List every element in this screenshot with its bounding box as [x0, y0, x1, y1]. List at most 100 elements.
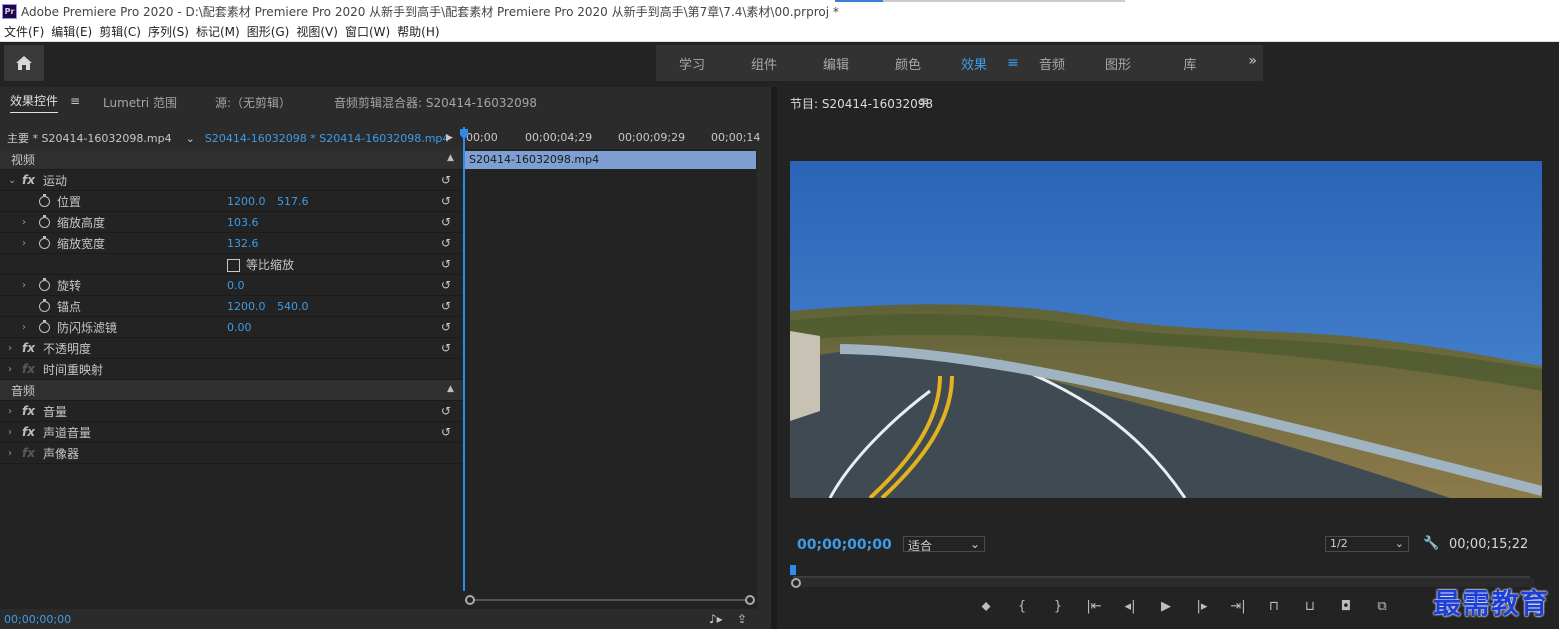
anchor-y-value[interactable]: 540.0: [277, 300, 309, 313]
tab-lumetri-scopes[interactable]: Lumetri 范围: [103, 94, 177, 111]
mark-out-icon[interactable]: }: [1049, 599, 1067, 614]
anti-flicker-value[interactable]: 0.00: [227, 321, 252, 334]
menu-file[interactable]: 文件(F): [0, 23, 47, 40]
chevron-right-icon[interactable]: ›: [22, 217, 26, 228]
chevron-right-icon[interactable]: ›: [22, 322, 26, 333]
menu-markers[interactable]: 标记(M): [192, 23, 243, 40]
step-forward-icon[interactable]: |▸: [1193, 599, 1211, 614]
reset-icon[interactable]: ↺: [441, 194, 455, 208]
reset-icon[interactable]: ↺: [441, 404, 455, 418]
stopwatch-icon[interactable]: [39, 215, 50, 228]
play-icon[interactable]: ▶: [1157, 599, 1175, 614]
video-frame[interactable]: [790, 161, 1542, 498]
play-triangle-icon[interactable]: ▶: [446, 133, 453, 143]
stopwatch-icon[interactable]: [39, 278, 50, 291]
tab-source[interactable]: 源:（无剪辑）: [215, 94, 291, 111]
effect-channel-volume[interactable]: › fx 声道音量 ↺: [0, 422, 463, 443]
chevron-down-icon[interactable]: ⌄: [186, 132, 195, 145]
anchor-x-value[interactable]: 1200.0: [227, 300, 266, 313]
menu-help[interactable]: 帮助(H): [393, 23, 442, 40]
timeline-scrollbar[interactable]: [465, 599, 753, 601]
menu-sequence[interactable]: 序列(S): [144, 23, 192, 40]
menu-view[interactable]: 视图(V): [292, 23, 341, 40]
scroll-handle-right[interactable]: [745, 595, 755, 605]
reset-icon[interactable]: ↺: [441, 236, 455, 250]
scale-height-value[interactable]: 103.6: [227, 216, 259, 229]
home-button[interactable]: [4, 45, 44, 81]
stopwatch-icon[interactable]: [39, 194, 50, 207]
wrench-icon[interactable]: 🔧: [1423, 536, 1439, 551]
camera-icon[interactable]: ◘: [1337, 599, 1355, 614]
playhead[interactable]: [463, 127, 465, 591]
panel-menu-icon[interactable]: ≡: [70, 94, 80, 108]
workspace-color[interactable]: 颜色: [872, 54, 944, 73]
fit-dropdown[interactable]: 适合 ⌄: [903, 536, 985, 553]
reset-icon[interactable]: ↺: [441, 425, 455, 439]
uniform-scale-checkbox[interactable]: [227, 259, 240, 272]
go-to-out-icon[interactable]: ⇥|: [1229, 599, 1247, 614]
section-video[interactable]: 视频 ▲: [0, 149, 463, 170]
menu-window[interactable]: 窗口(W): [341, 23, 393, 40]
chevron-down-icon[interactable]: ⌄: [8, 175, 16, 186]
scale-width-value[interactable]: 132.6: [227, 237, 259, 250]
extract-icon[interactable]: ⊔: [1301, 599, 1319, 614]
panel-menu-icon[interactable]: ≡: [919, 94, 929, 108]
chevron-right-icon[interactable]: ›: [8, 343, 12, 354]
add-marker-icon[interactable]: ⬥: [977, 599, 995, 614]
workspace-effects[interactable]: 效果: [944, 54, 1004, 73]
master-clip-label[interactable]: 主要 * S20414-16032098.mp4: [7, 130, 172, 146]
mark-in-icon[interactable]: {: [1013, 599, 1031, 614]
collapse-triangle-icon[interactable]: ▲: [447, 384, 454, 394]
status-timecode[interactable]: 00;00;00;00: [4, 613, 71, 626]
chevron-right-icon[interactable]: ›: [8, 406, 12, 417]
zoom-scrollbar[interactable]: [790, 578, 1535, 587]
reset-icon[interactable]: ↺: [441, 278, 455, 292]
fx-icon[interactable]: fx: [22, 404, 35, 418]
timeline-clip[interactable]: S20414-16032098.mp4: [465, 151, 756, 169]
chevron-right-icon[interactable]: ›: [22, 238, 26, 249]
chevron-right-icon[interactable]: ›: [22, 280, 26, 291]
workspace-learn[interactable]: 学习: [656, 54, 728, 73]
workspace-graphics[interactable]: 图形: [1082, 54, 1154, 73]
chevron-right-icon[interactable]: ›: [8, 364, 12, 375]
menu-edit[interactable]: 编辑(E): [47, 23, 95, 40]
effect-motion[interactable]: ⌄ fx 运动 ↺: [0, 170, 463, 191]
time-ruler[interactable]: 00;00 00;00;04;29 00;00;09;29 00;00;14: [463, 127, 760, 149]
effect-panner[interactable]: › fx 声像器: [0, 443, 463, 464]
reset-icon[interactable]: ↺: [441, 341, 455, 355]
program-timecode[interactable]: 00;00;00;00: [797, 537, 892, 553]
fx-icon[interactable]: fx: [22, 341, 35, 355]
program-title[interactable]: 节目: S20414-16032098: [790, 95, 933, 112]
fx-icon[interactable]: fx: [22, 173, 35, 187]
chevron-right-icon[interactable]: ›: [8, 448, 12, 459]
lift-icon[interactable]: ⊓: [1265, 599, 1283, 614]
go-to-in-icon[interactable]: |⇤: [1085, 599, 1103, 614]
workspace-audio[interactable]: 音频: [1022, 54, 1082, 73]
chevron-right-icon[interactable]: ›: [8, 427, 12, 438]
stopwatch-icon[interactable]: [39, 299, 50, 312]
resolution-dropdown[interactable]: 1/2 ⌄: [1325, 536, 1409, 552]
reset-icon[interactable]: ↺: [441, 173, 455, 187]
fx-icon[interactable]: fx: [22, 425, 35, 439]
more-workspaces-icon[interactable]: »: [1248, 53, 1257, 69]
collapse-triangle-icon[interactable]: ▲: [447, 153, 454, 163]
effect-volume[interactable]: › fx 音量 ↺: [0, 401, 463, 422]
zoom-handle-left[interactable]: [791, 578, 801, 588]
workspace-menu-icon[interactable]: ≡: [1004, 55, 1022, 71]
workspace-libraries[interactable]: 库: [1154, 54, 1226, 73]
scroll-handle-left[interactable]: [465, 595, 475, 605]
reset-icon[interactable]: ↺: [441, 299, 455, 313]
menu-clip[interactable]: 剪辑(C): [95, 23, 144, 40]
workspace-editing[interactable]: 编辑: [800, 54, 872, 73]
tab-audio-clip-mixer[interactable]: 音频剪辑混合器: S20414-16032098: [334, 94, 537, 111]
audio-only-icon[interactable]: ♪▸: [709, 612, 723, 626]
workspace-assembly[interactable]: 组件: [728, 54, 800, 73]
reset-icon[interactable]: ↺: [441, 257, 455, 271]
reset-icon[interactable]: ↺: [441, 320, 455, 334]
rotation-value[interactable]: 0.0: [227, 279, 245, 292]
reset-icon[interactable]: ↺: [441, 215, 455, 229]
compare-view-icon[interactable]: ⧉: [1373, 599, 1391, 614]
position-y-value[interactable]: 517.6: [277, 195, 309, 208]
export-icon[interactable]: ⇪: [737, 612, 747, 626]
stopwatch-icon[interactable]: [39, 320, 50, 333]
